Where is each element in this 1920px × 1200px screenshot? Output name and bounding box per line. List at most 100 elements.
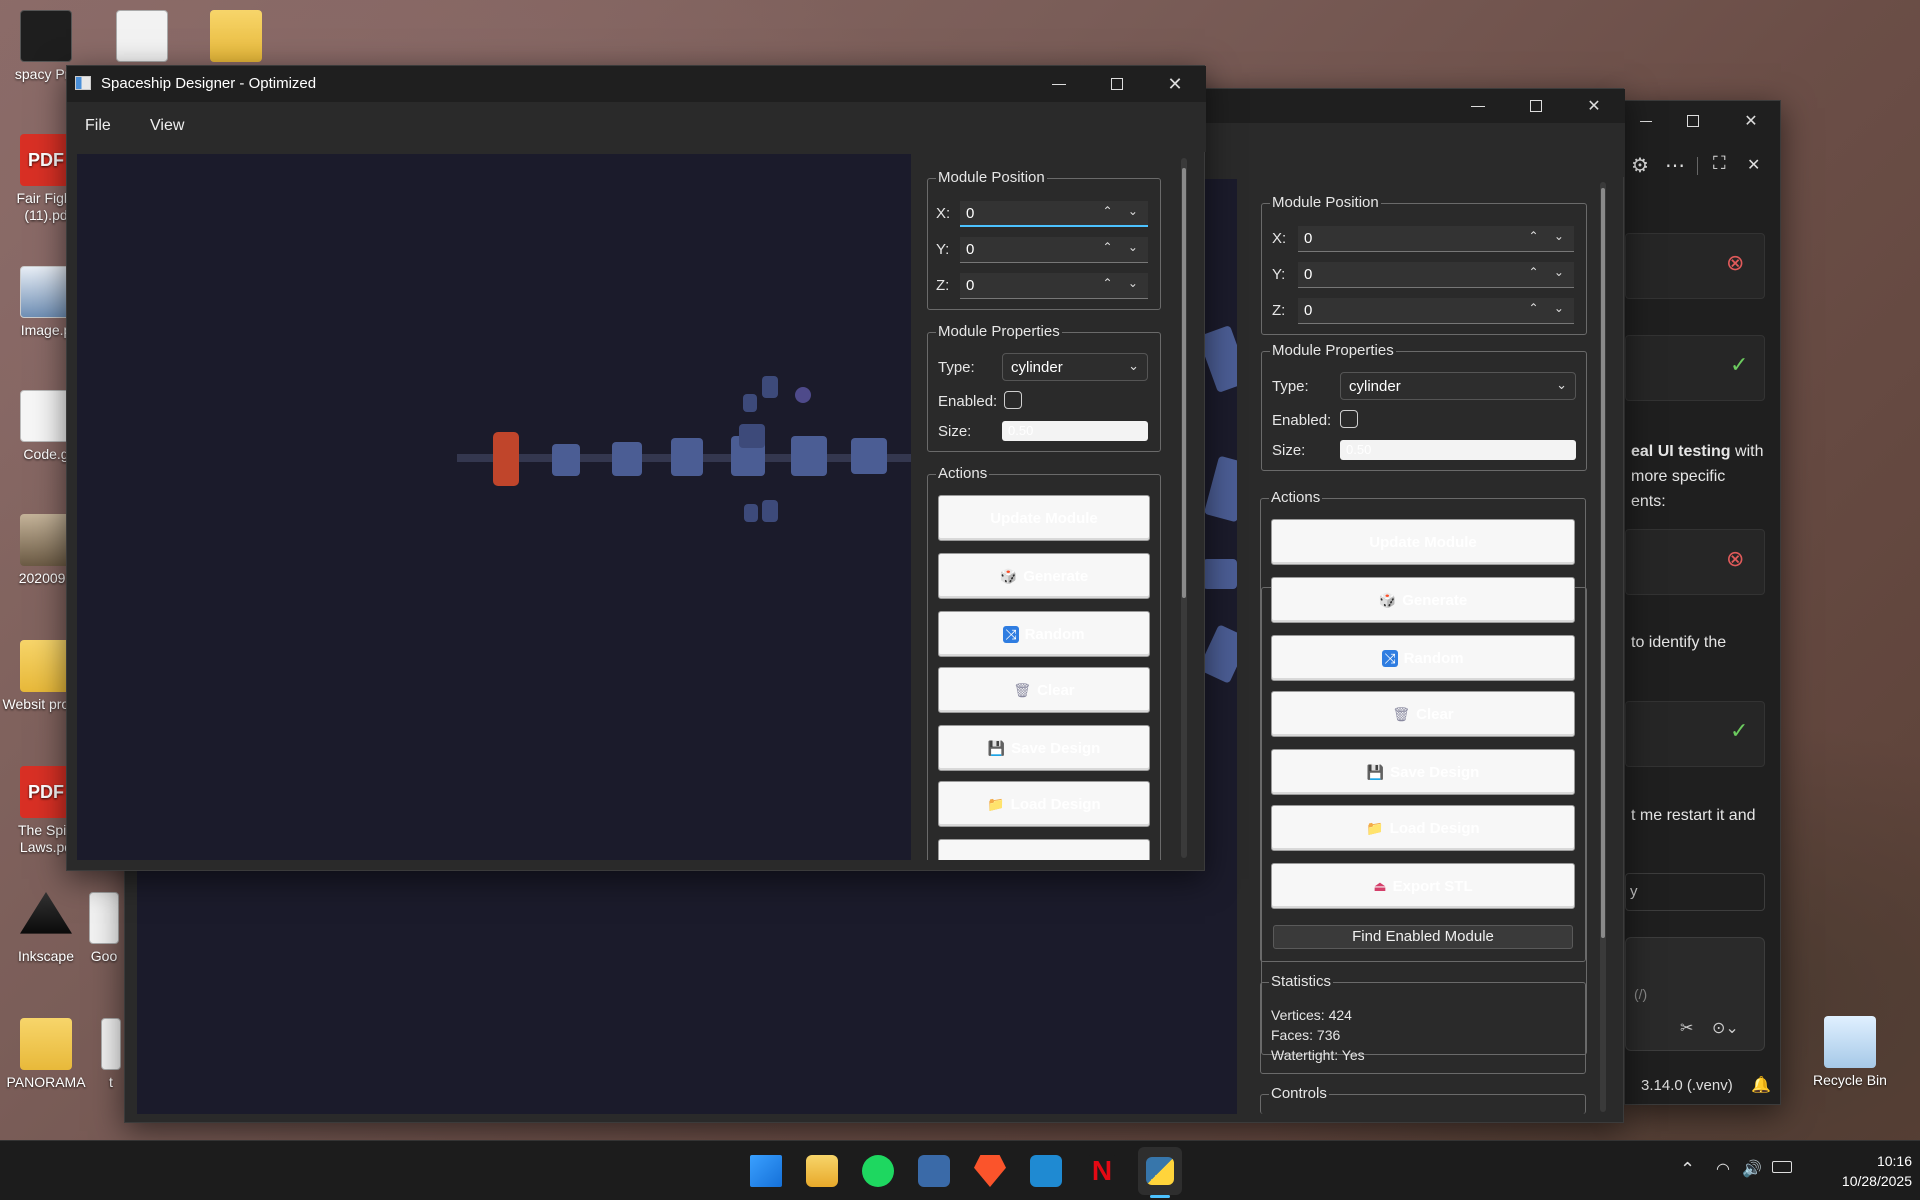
bell-icon[interactable]: 🔔 <box>1751 1075 1771 1095</box>
expand-icon[interactable]: ⛶ <box>1713 153 1726 174</box>
chat-input-single[interactable]: y <box>1625 873 1765 911</box>
clear-button[interactable]: 🗑 Clear <box>938 667 1150 713</box>
close-button[interactable]: ✕ <box>1565 89 1623 123</box>
spin-arrows-icon[interactable]: ⌃ ⌄ <box>1529 229 1570 243</box>
volume-icon[interactable]: 🔊 <box>1742 1159 1762 1179</box>
assistant-window: ✕ ⚙ ⋯ ⛶ ✕ ⊗ ✓ eal UI testing with more s… <box>1624 100 1781 1105</box>
x-spinbox[interactable]: 0 ⌃ ⌄ <box>1298 226 1574 252</box>
desktop-icon-document[interactable] <box>96 10 188 66</box>
file-explorer-icon[interactable] <box>806 1155 838 1187</box>
z-spinbox[interactable]: 0 ⌃ ⌄ <box>1298 298 1574 324</box>
maximize-button[interactable] <box>1088 66 1146 102</box>
close-button[interactable]: ✕ <box>1146 66 1204 102</box>
panel-scrollbar[interactable] <box>1181 158 1187 858</box>
menu-file[interactable]: File <box>85 117 111 135</box>
save-design-button[interactable]: 💾 Save Design <box>1271 749 1575 795</box>
x-label: X: <box>936 205 951 222</box>
close-button[interactable]: ✕ <box>1722 101 1780 141</box>
chevron-up-icon[interactable]: ⌃ <box>1680 1159 1695 1180</box>
app-blue-icon[interactable] <box>918 1155 950 1187</box>
generate-button[interactable]: 🎲 Generate <box>938 553 1150 599</box>
spin-arrows-icon[interactable]: ⌃ ⌄ <box>1103 204 1144 218</box>
maximize-button[interactable] <box>1664 101 1722 141</box>
vscode-icon[interactable] <box>1030 1155 1062 1187</box>
random-button[interactable]: ⤨ Random <box>1271 635 1575 681</box>
menu-view[interactable]: View <box>150 117 184 135</box>
type-combobox[interactable]: cylinder ⌄ <box>1002 353 1148 381</box>
netflix-icon[interactable]: N <box>1086 1155 1118 1187</box>
wifi-icon[interactable]: ◠ <box>1716 1159 1730 1179</box>
z-spinbox[interactable]: 0 ⌃ ⌄ <box>960 273 1148 299</box>
x-label: X: <box>1272 230 1287 247</box>
export-stl-button-partial[interactable] <box>938 839 1150 860</box>
enabled-checkbox[interactable] <box>1340 410 1358 428</box>
pdf-icon: PDF <box>20 766 72 818</box>
desktop-icon-folder[interactable] <box>190 10 282 66</box>
statistics-legend: Statistics <box>1269 973 1334 990</box>
clock[interactable]: 10:16 10/28/2025 <box>1808 1151 1912 1191</box>
python-icon-inner <box>1146 1157 1174 1185</box>
module-sphere <box>795 387 811 403</box>
maximize-button[interactable] <box>1507 89 1565 123</box>
desktop-icon-t[interactable]: t <box>96 1018 126 1091</box>
desktop-icon-recycle-bin[interactable]: Recycle Bin <box>1804 1016 1896 1089</box>
more-icon[interactable]: ⋯ <box>1665 153 1685 178</box>
status-card-3: ⊗ <box>1625 529 1765 595</box>
find-enabled-module-button[interactable]: Find Enabled Module <box>1273 925 1573 949</box>
random-button[interactable]: ⤨ Random <box>938 611 1150 657</box>
maximize-icon <box>1111 78 1123 90</box>
spin-arrows-icon[interactable]: ⌃ ⌄ <box>1103 240 1144 254</box>
chat-text: with <box>1730 443 1764 460</box>
chat-text: t me restart it and <box>1631 807 1756 824</box>
update-module-button[interactable]: Update Module <box>1271 519 1575 565</box>
window-title: Spaceship Designer - Optimized <box>101 75 317 92</box>
status-bar-text: 3.14.0 (.venv) <box>1641 1077 1733 1094</box>
update-module-button[interactable]: Update Module <box>938 495 1150 541</box>
load-design-button[interactable]: 📁 Load Design <box>938 781 1150 827</box>
desktop-icon-panorama[interactable]: PANORAMA <box>0 1018 92 1091</box>
back-window-controls: ✕ <box>1449 89 1623 123</box>
chat-bold-text: eal UI testing <box>1631 443 1731 460</box>
spin-arrows-icon[interactable]: ⌃ ⌄ <box>1529 265 1570 279</box>
start-windows-icon[interactable] <box>750 1155 782 1187</box>
generate-button[interactable]: 🎲 Generate <box>1271 577 1575 623</box>
minimize-button[interactable] <box>1628 101 1664 141</box>
back-panel-scrollbar[interactable] <box>1600 182 1606 1112</box>
spin-arrows-icon[interactable]: ⌃ ⌄ <box>1103 276 1144 290</box>
scrollbar-thumb[interactable] <box>1182 168 1186 598</box>
clear-button[interactable]: 🗑 Clear <box>1271 691 1575 737</box>
y-label: Y: <box>1272 266 1286 283</box>
spotify-icon[interactable] <box>862 1155 894 1187</box>
brave-icon[interactable] <box>974 1155 1006 1187</box>
watertight-status: Watertight: Yes <box>1271 1047 1365 1063</box>
shuffle-icon: ⤨ <box>1003 625 1019 643</box>
tools-icon[interactable]: ✂ <box>1680 1018 1693 1038</box>
chat-composer[interactable]: (/) ✂ ⊙⌄ <box>1625 937 1765 1051</box>
size-slider[interactable]: 0.50 <box>1340 440 1576 460</box>
load-design-button[interactable]: 📁 Load Design <box>1271 805 1575 851</box>
save-design-button[interactable]: 💾 Save Design <box>938 725 1150 771</box>
z-label: Z: <box>1272 302 1286 319</box>
maximize-icon <box>1687 115 1699 127</box>
size-value: 0.50 <box>1008 423 1034 438</box>
x-spinbox[interactable]: 0 ⌃ ⌄ <box>960 201 1148 227</box>
close-panel-icon[interactable]: ✕ <box>1747 155 1760 175</box>
export-stl-button[interactable]: ⏏ Export STL <box>1271 863 1575 909</box>
spin-arrows-icon[interactable]: ⌃ ⌄ <box>1529 301 1570 315</box>
minimize-button[interactable] <box>1449 89 1507 123</box>
export-stl-label: Export STL <box>1392 877 1473 895</box>
3d-viewport[interactable] <box>77 154 911 860</box>
scrollbar-thumb[interactable] <box>1601 188 1605 938</box>
y-spinbox[interactable]: 0 ⌃ ⌄ <box>960 237 1148 263</box>
gear-icon[interactable]: ⚙ <box>1631 153 1649 178</box>
minimize-button[interactable] <box>1030 66 1088 102</box>
battery-icon[interactable] <box>1772 1161 1792 1173</box>
module-position-legend: Module Position <box>936 169 1047 186</box>
size-slider[interactable]: 0.50 <box>1002 421 1148 441</box>
record-icon[interactable]: ⊙⌄ <box>1712 1018 1739 1038</box>
type-combobox[interactable]: cylinder ⌄ <box>1340 372 1576 400</box>
y-spinbox[interactable]: 0 ⌃ ⌄ <box>1298 262 1574 288</box>
module-properties-legend: Module Properties <box>1270 342 1396 359</box>
enabled-checkbox[interactable] <box>1004 391 1022 409</box>
module-block <box>1203 559 1237 589</box>
